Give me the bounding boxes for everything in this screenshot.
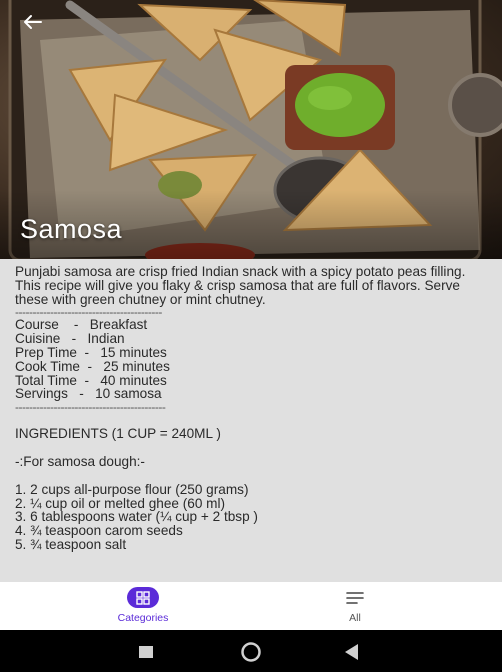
nav-item-categories[interactable]: Categories — [83, 582, 203, 630]
recents-button[interactable] — [139, 645, 153, 663]
separator-line: ----------------------------------------… — [15, 400, 166, 415]
recipe-title: Samosa — [20, 214, 123, 244]
ingredient-item: 1. 2 cups all-purpose flour (250 grams) — [15, 481, 249, 497]
recipe-description: Punjabi samosa are crisp fried Indian sn… — [15, 264, 466, 307]
detail-total-time: Total Time - 40 minutes — [15, 372, 167, 388]
system-back-button[interactable] — [345, 644, 359, 665]
active-indicator — [127, 587, 159, 608]
ingredient-item: 2. ¼ cup oil or melted ghee (60 ml) — [15, 495, 226, 511]
recipe-content[interactable]: Punjabi samosa are crisp fried Indian sn… — [0, 259, 502, 582]
ingredient-item: 5. ¾ teaspoon salt — [15, 536, 127, 552]
grid-icon — [136, 590, 150, 605]
square-icon — [139, 646, 153, 658]
detail-course: Course - Breakfast — [15, 317, 148, 333]
recipe-hero-image: Samosa — [0, 0, 502, 259]
nav-label-categories: Categories — [117, 612, 169, 624]
recipe-detail-screen: Samosa Punjabi samosa are crisp fried In… — [0, 0, 502, 672]
ingredients-heading: INGREDIENTS (1 CUP = 240ML ) — [15, 426, 221, 442]
ingredients-list: 1. 2 cups all-purpose flour (250 grams) … — [15, 481, 484, 552]
detail-cuisine: Cuisine - Indian — [15, 331, 125, 347]
bottom-navigation: Categories All — [0, 582, 502, 630]
nav-label-all: All — [349, 612, 361, 624]
system-navigation-bar — [0, 630, 502, 672]
back-button[interactable] — [22, 14, 50, 42]
circle-icon — [241, 642, 261, 662]
recipe-details: Course - Breakfast Cuisine - Indian Prep… — [15, 318, 484, 401]
triangle-back-icon — [345, 644, 358, 660]
home-button[interactable] — [240, 641, 262, 668]
nav-item-all[interactable]: All — [295, 582, 415, 630]
detail-prep-time: Prep Time - 15 minutes — [15, 344, 167, 360]
ingredient-item: 4. ¾ teaspoon carom seeds — [15, 523, 183, 539]
detail-cook-time: Cook Time - 25 minutes — [15, 358, 170, 374]
detail-servings: Servings - 10 samosa — [15, 386, 162, 402]
ingredient-item: 3. 6 tablespoons water (¼ cup + 2 tbsp ) — [15, 509, 258, 525]
dough-heading: -:For samosa dough:- — [15, 453, 145, 469]
arrow-left-icon — [24, 15, 42, 29]
list-icon — [346, 591, 364, 604]
